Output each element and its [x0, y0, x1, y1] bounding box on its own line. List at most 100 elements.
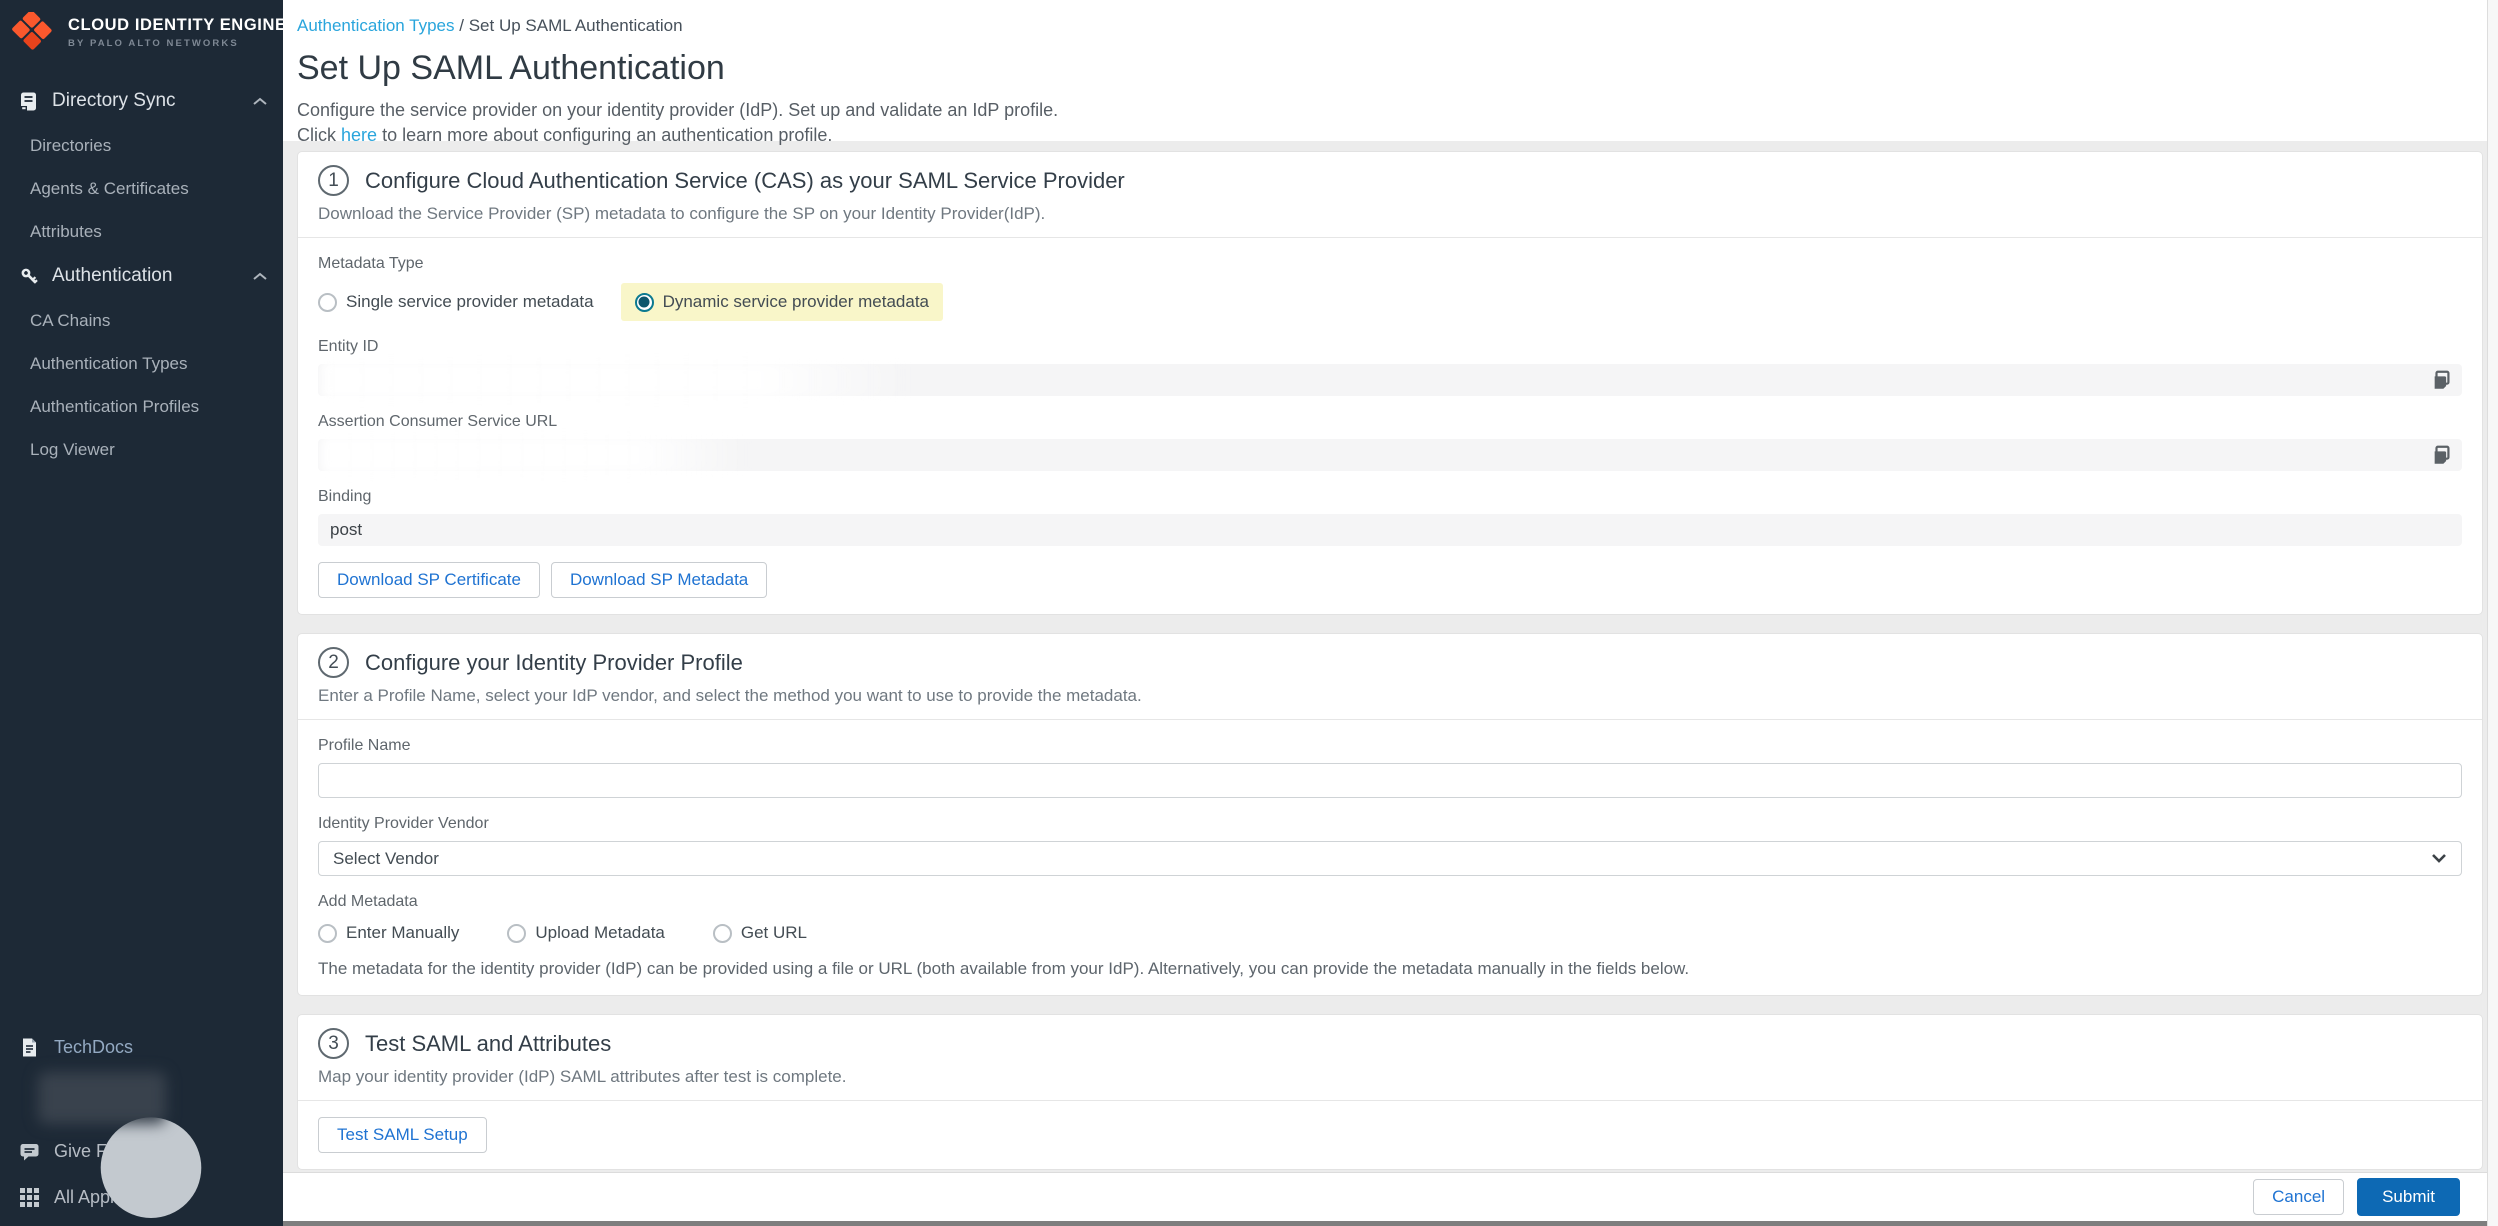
radio-upload-metadata[interactable]: Upload Metadata: [507, 923, 664, 943]
sidebar-section-directory-sync[interactable]: Directory Sync: [0, 78, 283, 124]
docs-icon: [19, 1037, 40, 1058]
radio-circle-selected[interactable]: [635, 293, 654, 312]
divider: [298, 237, 2482, 238]
section-2-subtitle: Enter a Profile Name, select your IdP ve…: [318, 686, 2462, 706]
add-metadata-label: Add Metadata: [318, 893, 2462, 911]
section-1-subtitle: Download the Service Provider (SP) metad…: [318, 204, 2462, 224]
download-sp-metadata-button[interactable]: Download SP Metadata: [551, 562, 767, 598]
sidebar-item-attributes[interactable]: Attributes: [0, 210, 283, 253]
key-icon: [19, 266, 40, 287]
redacted-entity-id-value: [320, 360, 910, 400]
sidebar-item-ca-chains[interactable]: CA Chains: [0, 299, 283, 342]
binding-field: post: [318, 514, 2462, 546]
entity-id-field: [318, 364, 2462, 396]
radio-label: Single service provider metadata: [346, 292, 594, 312]
sidebar-item-authentication-profiles[interactable]: Authentication Profiles: [0, 385, 283, 428]
step-number-1: 1: [318, 165, 349, 196]
metadata-helper-text: The metadata for the identity provider (…: [318, 959, 2462, 979]
click-prefix-text: Click: [297, 125, 336, 145]
sidebar-item-label: Authentication Profiles: [30, 397, 199, 417]
vendor-select[interactable]: Select Vendor: [318, 841, 2462, 876]
section-3-title: Test SAML and Attributes: [365, 1031, 611, 1057]
chevron-up-icon: [253, 272, 267, 281]
app-title: CLOUD IDENTITY ENGINE: [68, 16, 287, 35]
sidebar-item-label: Directories: [30, 136, 111, 156]
app-logo: CLOUD IDENTITY ENGINE BY PALO ALTO NETWO…: [0, 0, 283, 62]
sidebar-section-label: Directory Sync: [52, 90, 253, 112]
radio-get-url[interactable]: Get URL: [713, 923, 807, 943]
section-3-subtitle: Map your identity provider (IdP) SAML at…: [318, 1067, 2462, 1087]
sidebar-item-directories[interactable]: Directories: [0, 124, 283, 167]
radio-label: Enter Manually: [346, 923, 459, 943]
window-bottom-edge: [283, 1221, 2498, 1226]
profile-name-input[interactable]: [318, 763, 2462, 798]
breadcrumb-link-authentication-types[interactable]: Authentication Types: [297, 16, 455, 35]
sidebar-bottom: TechDocs Give Feedback: [0, 1024, 283, 1226]
binding-label: Binding: [318, 488, 2462, 506]
redacted-acs-url-value: [320, 435, 748, 475]
breadcrumb-current: Set Up SAML Authentication: [469, 16, 683, 35]
page-title: Set Up SAML Authentication: [297, 49, 2498, 88]
copy-acs-url-button[interactable]: [2430, 444, 2454, 468]
profile-name-label: Profile Name: [318, 737, 2462, 755]
copy-icon: [2431, 369, 2453, 391]
section-configure-idp-profile: 2 Configure your Identity Provider Profi…: [297, 633, 2483, 996]
user-account-row[interactable]: [0, 1070, 283, 1128]
sidebar-item-log-viewer[interactable]: Log Viewer: [0, 428, 283, 471]
sidebar: CLOUD IDENTITY ENGINE BY PALO ALTO NETWO…: [0, 0, 283, 1226]
sidebar-section-authentication[interactable]: Authentication: [0, 253, 283, 299]
radio-circle-unselected[interactable]: [318, 293, 337, 312]
radio-label: Dynamic service provider metadata: [663, 292, 929, 312]
action-footer: Cancel Submit: [283, 1172, 2498, 1221]
test-saml-setup-button[interactable]: Test SAML Setup: [318, 1117, 487, 1153]
copy-icon: [2431, 444, 2453, 466]
sidebar-item-label: CA Chains: [30, 311, 110, 331]
radio-circle-unselected[interactable]: [318, 924, 337, 943]
sidebar-nav: Directory Sync Directories Agents & Cert…: [0, 78, 283, 471]
divider: [298, 719, 2482, 720]
section-test-saml: 3 Test SAML and Attributes Map your iden…: [297, 1014, 2483, 1170]
section-configure-cas: 1 Configure Cloud Authentication Service…: [297, 151, 2483, 615]
cloud-identity-engine-logo-icon: [12, 12, 56, 52]
redacted-username: [38, 1072, 166, 1124]
vertical-scrollbar[interactable]: [2487, 0, 2498, 1226]
section-2-title: Configure your Identity Provider Profile: [365, 650, 743, 676]
section-1-title: Configure Cloud Authentication Service (…: [365, 168, 1125, 194]
submit-button[interactable]: Submit: [2357, 1178, 2460, 1216]
chevron-up-icon: [253, 97, 267, 106]
cancel-button[interactable]: Cancel: [2253, 1179, 2344, 1215]
sidebar-item-label: TechDocs: [54, 1037, 133, 1058]
sidebar-item-agents-certificates[interactable]: Agents & Certificates: [0, 167, 283, 210]
divider: [298, 1100, 2482, 1101]
copy-entity-id-button[interactable]: [2430, 369, 2454, 393]
app-subtitle: BY PALO ALTO NETWORKS: [68, 38, 287, 49]
vendor-label: Identity Provider Vendor: [318, 815, 2462, 833]
sidebar-item-techdocs[interactable]: TechDocs: [0, 1024, 283, 1070]
radio-dynamic-sp-metadata[interactable]: Dynamic service provider metadata: [635, 292, 929, 312]
radio-circle-unselected[interactable]: [713, 924, 732, 943]
page-header: Authentication Types / Set Up SAML Authe…: [283, 0, 2498, 141]
chevron-down-icon: [2431, 852, 2447, 864]
entity-id-label: Entity ID: [318, 338, 2462, 356]
acs-url-field: [318, 439, 2462, 471]
vendor-selected-value: Select Vendor: [333, 849, 439, 869]
radio-label: Upload Metadata: [535, 923, 664, 943]
breadcrumb-separator: /: [459, 16, 468, 35]
main-content: Authentication Types / Set Up SAML Authe…: [283, 0, 2498, 1226]
sidebar-section-label: Authentication: [52, 265, 253, 287]
radio-circle-unselected[interactable]: [507, 924, 526, 943]
radio-enter-manually[interactable]: Enter Manually: [318, 923, 459, 943]
page-description: Configure the service provider on your i…: [297, 98, 2498, 123]
radio-label: Get URL: [741, 923, 807, 943]
highlighted-option: Dynamic service provider metadata: [621, 283, 943, 321]
metadata-type-label: Metadata Type: [318, 255, 2462, 273]
step-number-3: 3: [318, 1028, 349, 1059]
sidebar-item-authentication-types[interactable]: Authentication Types: [0, 342, 283, 385]
learn-more-link[interactable]: here: [341, 125, 377, 145]
radio-single-sp-metadata[interactable]: Single service provider metadata: [318, 292, 594, 312]
download-sp-certificate-button[interactable]: Download SP Certificate: [318, 562, 540, 598]
acs-url-label: Assertion Consumer Service URL: [318, 413, 2462, 431]
sidebar-item-label: Authentication Types: [30, 354, 188, 374]
binding-value: post: [330, 520, 362, 540]
click-suffix-text: to learn more about configuring an authe…: [382, 125, 832, 145]
